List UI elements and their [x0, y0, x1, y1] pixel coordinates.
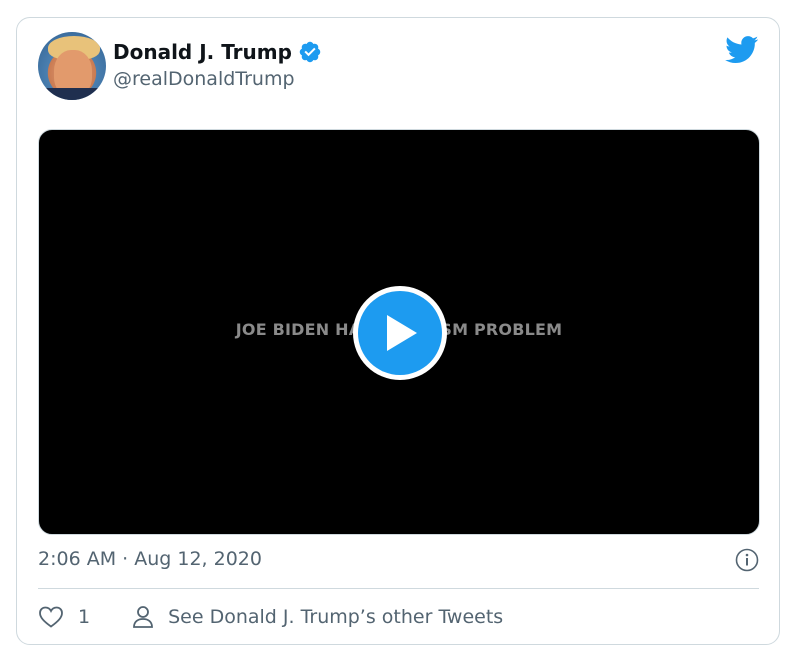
verified-badge-icon: [299, 41, 321, 63]
twitter-bird-icon[interactable]: [725, 36, 759, 64]
author-handle[interactable]: @realDonaldTrump: [113, 68, 295, 90]
play-button-circle: [358, 291, 442, 375]
like-count: 1: [78, 606, 91, 628]
tweet-card: Donald J. Trump @realDonaldTrump JOE BID…: [16, 17, 780, 645]
avatar-suit: [38, 88, 106, 100]
like-button[interactable]: 1: [38, 605, 90, 629]
tweet-actions: 1 See Donald J. Trump’s other Tweets: [38, 605, 503, 629]
other-tweets-link[interactable]: See Donald J. Trump’s other Tweets: [132, 605, 503, 629]
avatar[interactable]: [38, 32, 106, 100]
play-icon: [387, 315, 417, 351]
tweet-timestamp[interactable]: 2:06 AM · Aug 12, 2020: [38, 548, 262, 570]
person-icon: [133, 606, 153, 628]
author-name[interactable]: Donald J. Trump: [113, 40, 292, 64]
author-row: Donald J. Trump: [113, 40, 322, 64]
divider: [38, 588, 759, 589]
video-player[interactable]: JOE BIDEN HAS A RACISM PROBLEM: [38, 129, 760, 535]
other-tweets-label: See Donald J. Trump’s other Tweets: [168, 606, 504, 628]
info-icon[interactable]: [735, 548, 759, 572]
play-button[interactable]: [353, 286, 447, 380]
heart-icon: [39, 606, 63, 628]
